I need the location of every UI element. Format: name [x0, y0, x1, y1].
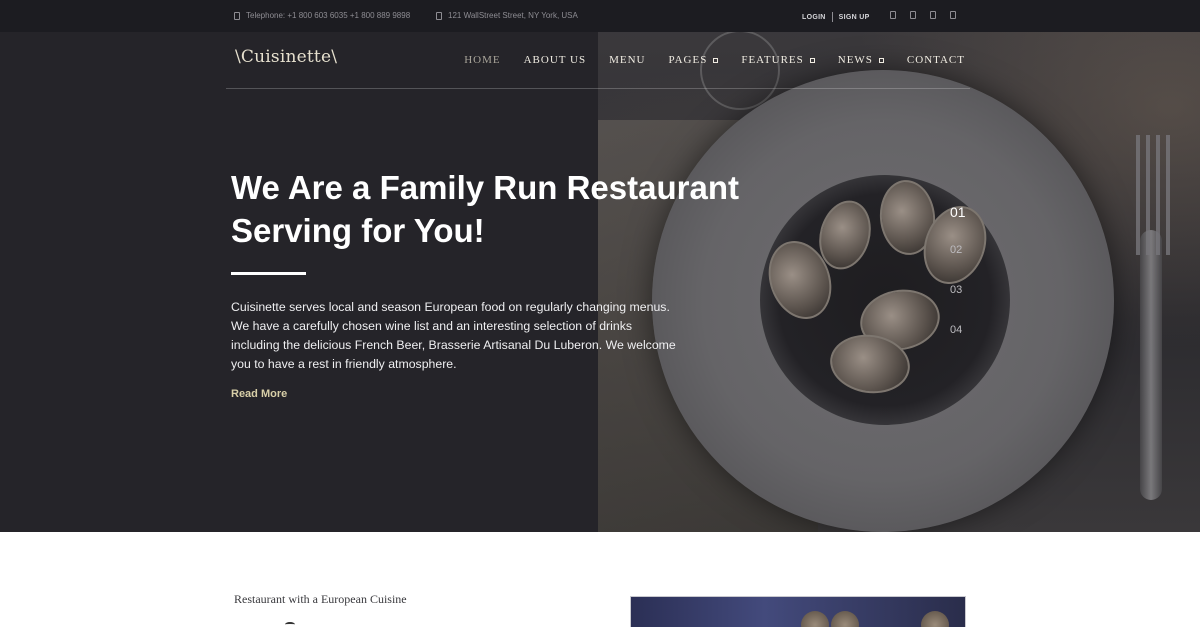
slide-pagination: 01 02 03 04: [950, 204, 966, 364]
slide-indicator-4[interactable]: 04: [950, 324, 966, 364]
read-more-link[interactable]: Read More: [231, 388, 287, 400]
chevron-down-icon: [713, 57, 719, 63]
nav-item-features[interactable]: FEATURES: [741, 54, 815, 66]
auth-links: LOGIN SIGN UP: [802, 12, 870, 22]
slide-indicator-2[interactable]: 02: [950, 244, 966, 284]
nav-item-home[interactable]: HOME: [464, 54, 500, 66]
decorative-flourish: [285, 622, 295, 627]
hero-headline-line2: Serving for You!: [231, 212, 485, 249]
nav-item-label: ABOUT US: [523, 54, 587, 66]
address-text: 121 WallStreet Street, NY York, USA: [448, 11, 578, 20]
nav-item-label: NEWS: [837, 54, 873, 66]
twitter-icon[interactable]: [910, 11, 916, 19]
address-info: 121 WallStreet Street, NY York, USA: [436, 11, 578, 20]
fork-graphic: [1140, 230, 1162, 500]
nav-item-pages[interactable]: PAGES: [669, 54, 719, 66]
restaurant-interior-image: [630, 596, 966, 627]
fork-tine-graphic: [1146, 135, 1150, 255]
section-subtitle: Restaurant with a European Cuisine: [234, 592, 407, 606]
fork-tine-graphic: [1156, 135, 1160, 255]
hero-headline-line1: We Are a Family Run Restaurant: [231, 169, 739, 206]
nav-item-label: MENU: [609, 54, 646, 66]
main-navigation: \Cuisinette\ HOME ABOUT US MENU PAGES FE…: [226, 32, 970, 89]
nav-item-label: HOME: [464, 54, 501, 66]
fork-tine-graphic: [1136, 135, 1140, 255]
nav-item-contact[interactable]: CONTACT: [907, 54, 965, 66]
nav-item-about-us[interactable]: ABOUT US: [524, 54, 587, 66]
chevron-down-icon: [878, 57, 884, 63]
nav-item-label: FEATURES: [741, 54, 804, 66]
slide-indicator-3[interactable]: 03: [950, 284, 966, 324]
instagram-icon[interactable]: [950, 11, 956, 19]
lamp-graphic: [921, 611, 949, 627]
signup-link[interactable]: SIGN UP: [839, 14, 870, 21]
facebook-icon[interactable]: [890, 11, 896, 19]
phone-text: Telephone: +1 800 603 6035 +1 800 889 98…: [246, 11, 411, 20]
nav-menu: HOME ABOUT US MENU PAGES FEATURES NEWS C…: [441, 54, 965, 66]
nav-item-label: CONTACT: [906, 54, 965, 66]
nav-item-news[interactable]: NEWS: [838, 54, 884, 66]
fork-tine-graphic: [1166, 135, 1170, 255]
nav-item-menu[interactable]: MENU: [609, 54, 645, 66]
lamp-graphic: [831, 611, 859, 627]
phone-icon: [234, 11, 240, 20]
hero-description: Cuisinette serves local and season Europ…: [231, 300, 676, 371]
top-bar: Telephone: +1 800 603 6035 +1 800 889 98…: [0, 0, 1200, 32]
site-logo[interactable]: \Cuisinette\: [235, 47, 337, 67]
hero-headline: We Are a Family Run Restaurant Serving f…: [231, 166, 831, 252]
nav-item-label: PAGES: [668, 54, 708, 66]
login-link[interactable]: LOGIN: [802, 14, 826, 21]
lamp-graphic: [801, 611, 829, 627]
location-icon: [436, 11, 442, 20]
headline-divider: [231, 272, 306, 275]
google-plus-icon[interactable]: [930, 11, 936, 19]
slide-indicator-1[interactable]: 01: [950, 204, 966, 244]
auth-divider: [831, 12, 833, 22]
chevron-down-icon: [809, 57, 815, 63]
social-links: [890, 11, 956, 19]
phone-info: Telephone: +1 800 603 6035 +1 800 889 98…: [234, 11, 410, 20]
